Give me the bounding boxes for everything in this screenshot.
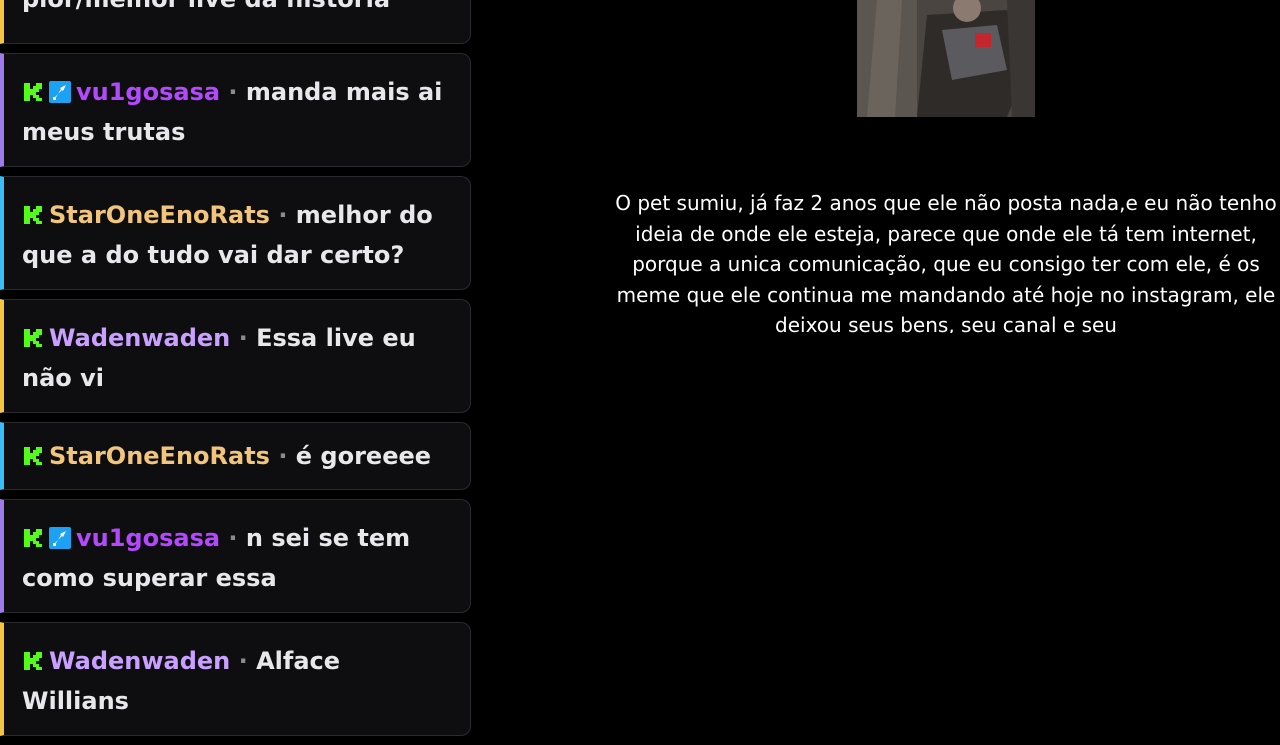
- chat-username[interactable]: vu1gosasa: [76, 78, 220, 106]
- message-separator: ·: [269, 442, 296, 470]
- kick-verified-icon: [22, 650, 44, 672]
- chat-username[interactable]: Wadenwaden: [49, 647, 230, 675]
- video-thumbnail: [857, 0, 1035, 117]
- kick-verified-icon: [22, 527, 44, 549]
- moderator-sword-icon: [49, 527, 71, 549]
- chat-message-text: pior/melhor live da história: [22, 0, 390, 13]
- kick-verified-icon: [22, 81, 44, 103]
- message-separator: ·: [230, 324, 257, 352]
- chat-message: pior/melhor live da história: [0, 0, 471, 44]
- chat-message: StarOneEnoRats · melhor do que a do tudo…: [0, 176, 471, 290]
- chat-message: Wadenwaden · Essa live eu não vi: [0, 299, 471, 413]
- kick-verified-icon: [22, 445, 44, 467]
- chat-message: StarOneEnoRats · é goreeee: [0, 422, 471, 490]
- chat-message: vu1gosasa · manda mais ai meus trutas: [0, 53, 471, 167]
- kick-verified-icon: [22, 327, 44, 349]
- chat-message-text: é goreeee: [295, 442, 432, 470]
- message-separator: ·: [269, 201, 296, 229]
- video-frame-icon: [857, 0, 1035, 117]
- chat-username[interactable]: StarOneEnoRats: [49, 201, 270, 229]
- message-separator: ·: [220, 78, 246, 106]
- message-separator: ·: [220, 524, 246, 552]
- chat-message: Wadenwaden · Alface Willians: [0, 622, 471, 736]
- caption-text: O pet sumiu, já faz 2 anos que ele não p…: [615, 191, 1277, 333]
- chat-message: vu1gosasa · n sei se tem como superar es…: [0, 499, 471, 613]
- message-separator: ·: [230, 647, 257, 675]
- kick-verified-icon: [22, 204, 44, 226]
- chat-panel: pior/melhor live da história vu1gosasa · …: [0, 0, 471, 745]
- moderator-sword-icon: [49, 81, 71, 103]
- chat-username[interactable]: vu1gosasa: [76, 524, 220, 552]
- chat-username[interactable]: StarOneEnoRats: [49, 442, 270, 470]
- chat-username[interactable]: Wadenwaden: [49, 324, 230, 352]
